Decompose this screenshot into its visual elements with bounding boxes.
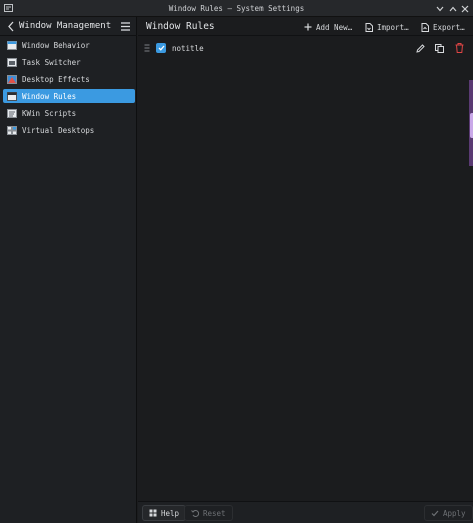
rule-enabled-checkbox[interactable] <box>156 43 166 53</box>
sidebar: Window Management Window Behavior Task S… <box>0 17 137 523</box>
drag-handle-icon[interactable] <box>144 43 150 53</box>
pencil-icon <box>415 43 425 53</box>
chevron-down-icon <box>436 6 443 11</box>
sidebar-item-label: Window Behavior <box>22 40 90 50</box>
sidebar-item-label: Task Switcher <box>22 57 81 67</box>
sidebar-item-kwin-scripts[interactable]: KWin Scripts <box>3 106 135 120</box>
footer-bar: Help Reset Apply <box>138 501 473 523</box>
trash-icon <box>455 43 463 53</box>
import-button[interactable]: Import… <box>365 21 409 33</box>
window-behavior-icon <box>7 40 17 50</box>
reset-label: Reset <box>203 508 226 518</box>
help-label: Help <box>161 508 180 518</box>
desktop-effects-icon <box>7 74 17 84</box>
sidebar-item-virtual-desktops[interactable]: Virtual Desktops <box>3 123 135 137</box>
help-button[interactable]: Help <box>142 505 187 521</box>
sidebar-item-window-behavior[interactable]: Window Behavior <box>3 38 135 52</box>
sidebar-item-label: Virtual Desktops <box>22 125 95 135</box>
chevron-up-icon <box>449 6 456 11</box>
checkmark-icon <box>431 510 439 516</box>
task-switcher-icon <box>7 57 17 67</box>
import-label: Import… <box>377 22 409 32</box>
sidebar-heading: Window Management <box>19 21 112 31</box>
apply-label: Apply <box>443 508 466 518</box>
apply-button[interactable]: Apply <box>424 505 473 521</box>
sidebar-header: Window Management <box>0 17 137 36</box>
page-title: Window Rules <box>146 21 215 32</box>
sidebar-item-label: Window Rules <box>22 91 77 101</box>
window-title: Window Rules — System Settings <box>168 4 305 13</box>
undo-icon <box>191 510 199 517</box>
duplicate-rule-button[interactable] <box>433 42 445 54</box>
delete-rule-button[interactable] <box>453 42 465 54</box>
window-rules-icon <box>7 91 17 101</box>
sidebar-item-window-rules[interactable]: Window Rules <box>3 89 135 103</box>
rule-label: notitle <box>172 44 204 53</box>
rule-row[interactable]: notitle <box>140 39 471 57</box>
kwin-scripts-icon <box>7 108 17 118</box>
virtual-desktops-icon <box>7 125 17 135</box>
add-new-label: Add New… <box>316 22 353 32</box>
close-icon <box>461 5 468 12</box>
checkmark-icon <box>158 45 164 51</box>
sidebar-item-label: Desktop Effects <box>22 74 90 84</box>
minimize-button[interactable] <box>433 2 446 15</box>
reset-button[interactable]: Reset <box>184 505 233 521</box>
add-new-button[interactable]: Add New… <box>304 21 352 33</box>
back-arrow-icon[interactable] <box>7 21 15 32</box>
import-icon <box>365 22 373 32</box>
hamburger-menu-icon[interactable] <box>120 21 131 32</box>
title-bar: Window Rules — System Settings <box>0 0 473 17</box>
copy-icon <box>434 43 444 53</box>
help-grid-icon <box>149 509 157 517</box>
sidebar-item-task-switcher[interactable]: Task Switcher <box>3 55 135 69</box>
main-header: Window Rules Add New… Import… Export… <box>138 17 473 36</box>
export-button[interactable]: Export… <box>421 21 465 33</box>
plus-icon <box>304 23 312 31</box>
close-button[interactable] <box>458 2 471 15</box>
sidebar-item-desktop-effects[interactable]: Desktop Effects <box>3 72 135 86</box>
export-label: Export… <box>433 22 465 32</box>
edit-rule-button[interactable] <box>414 42 426 54</box>
export-icon <box>421 22 429 32</box>
main-panel: Window Rules Add New… Import… Export… no… <box>138 17 473 523</box>
sidebar-item-label: KWin Scripts <box>22 108 77 118</box>
